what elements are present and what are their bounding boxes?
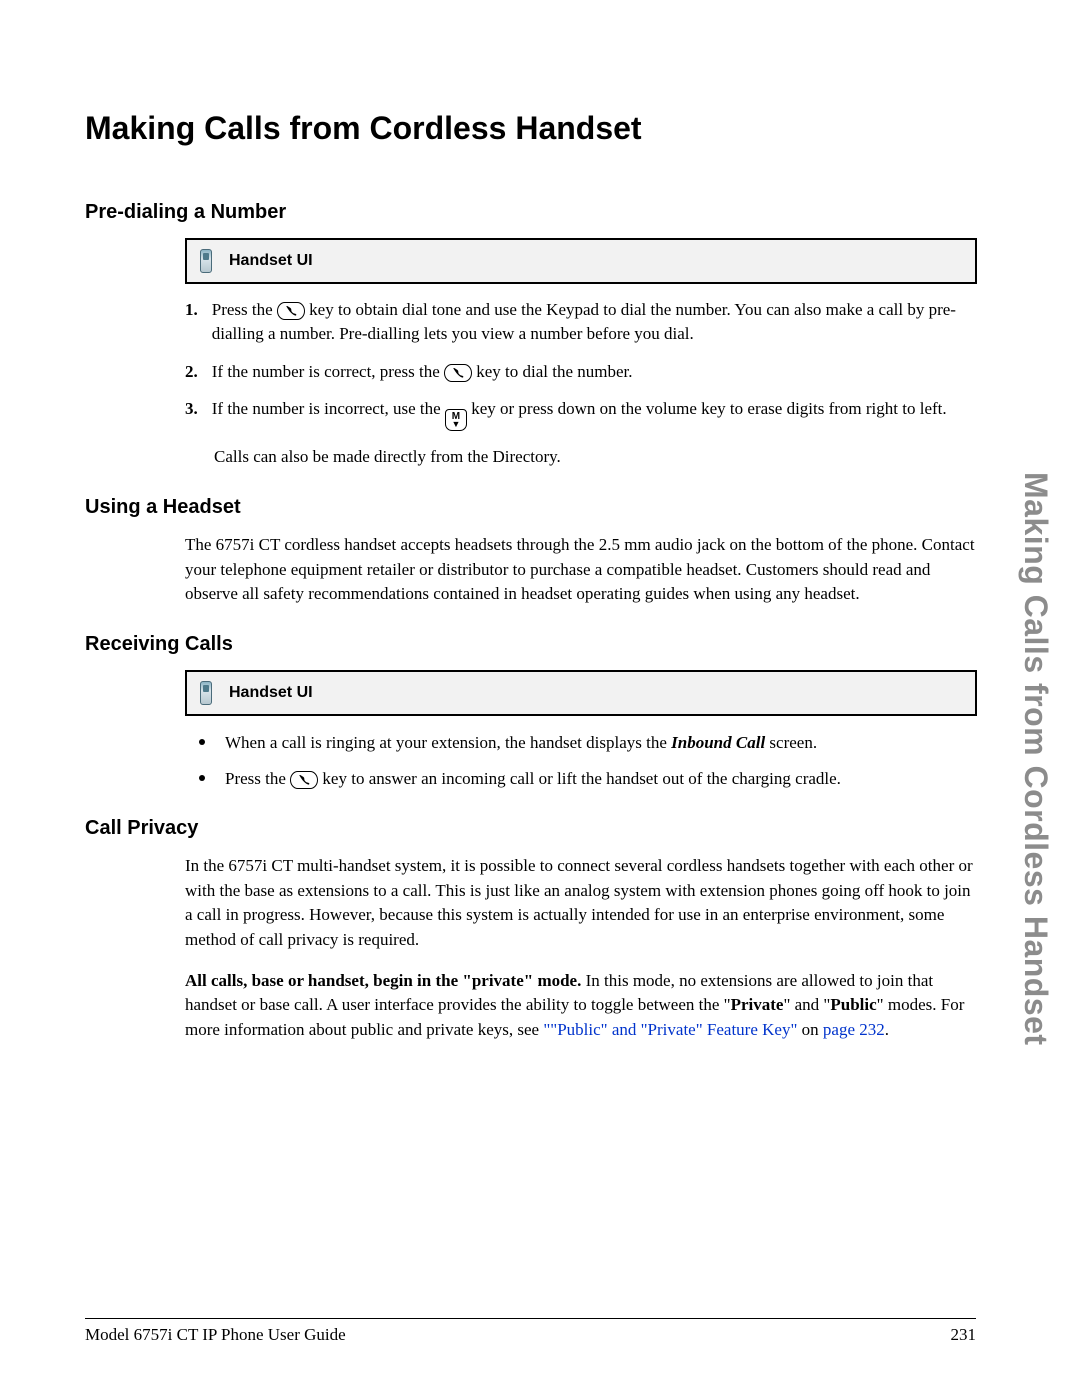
feature-key-link[interactable]: ""Public" and "Private" Feature Key" (543, 1020, 797, 1039)
document-page: Making Calls from Cordless Handset Pre-d… (0, 0, 1080, 1397)
bullet-text: When a call is ringing at your extension… (225, 730, 817, 756)
list-item: When a call is ringing at your extension… (185, 730, 977, 756)
step-number: 1. (185, 298, 198, 346)
page-title: Making Calls from Cordless Handset (85, 110, 985, 147)
handset-icon (197, 678, 215, 708)
footer-rule (85, 1318, 976, 1319)
privacy-bold-intro: All calls, base or handset, begin in the… (185, 971, 581, 990)
section-heading-predial: Pre-dialing a Number (85, 201, 985, 224)
section-heading-privacy: Call Privacy (85, 817, 985, 840)
footer-guide-name: Model 6757i CT IP Phone User Guide (85, 1325, 346, 1345)
section-heading-receiving: Receiving Calls (85, 633, 985, 656)
page-footer: Model 6757i CT IP Phone User Guide 231 (85, 1318, 976, 1345)
step-number: 2. (185, 360, 198, 384)
predial-content: Handset UI 1. Press the key to obtain di… (185, 238, 977, 470)
list-item: 2. If the number is correct, press the k… (185, 360, 977, 384)
bullet-icon (199, 775, 205, 781)
list-item: 1. Press the key to obtain dial tone and… (185, 298, 977, 346)
footer-page-number: 231 (951, 1325, 977, 1345)
step-text: If the number is correct, press the key … (212, 360, 633, 384)
handset-ui-bar: Handset UI (185, 670, 977, 716)
privacy-content: In the 6757i CT multi-handset system, it… (185, 854, 977, 1042)
step-text: Press the key to obtain dial tone and us… (212, 298, 977, 346)
call-key-icon (290, 771, 318, 789)
list-item: 3. If the number is incorrect, use the M… (185, 397, 977, 431)
privacy-paragraph-2: All calls, base or handset, begin in the… (185, 969, 977, 1043)
list-item: Press the key to answer an incoming call… (185, 766, 977, 792)
receiving-bullets: When a call is ringing at your extension… (185, 730, 977, 791)
side-section-title: Making Calls from Cordless Handset (1017, 472, 1054, 1046)
handset-ui-label: Handset UI (229, 684, 313, 702)
predial-steps: 1. Press the key to obtain dial tone and… (185, 298, 977, 431)
call-key-icon (277, 302, 305, 320)
headset-paragraph: The 6757i CT cordless handset accepts he… (185, 533, 977, 607)
receiving-content: Handset UI When a call is ringing at you… (185, 670, 977, 791)
inbound-call-emphasis: Inbound Call (671, 733, 765, 752)
section-heading-headset: Using a Headset (85, 496, 985, 519)
handset-ui-bar: Handset UI (185, 238, 977, 284)
bullet-icon (199, 739, 205, 745)
headset-content: The 6757i CT cordless handset accepts he… (185, 533, 977, 607)
handset-icon (197, 246, 215, 276)
step-number: 3. (185, 397, 198, 431)
page-link[interactable]: page 232 (823, 1020, 885, 1039)
bullet-text: Press the key to answer an incoming call… (225, 766, 841, 792)
privacy-paragraph-1: In the 6757i CT multi-handset system, it… (185, 854, 977, 953)
public-label: Public (830, 995, 876, 1014)
call-key-icon (444, 364, 472, 382)
handset-ui-label: Handset UI (229, 252, 313, 270)
predial-trailing-text: Calls can also be made directly from the… (214, 445, 977, 470)
volume-down-key-icon: M▼ (445, 409, 467, 431)
private-label: Private (731, 995, 784, 1014)
step-text: If the number is incorrect, use the M▼ k… (212, 397, 947, 431)
